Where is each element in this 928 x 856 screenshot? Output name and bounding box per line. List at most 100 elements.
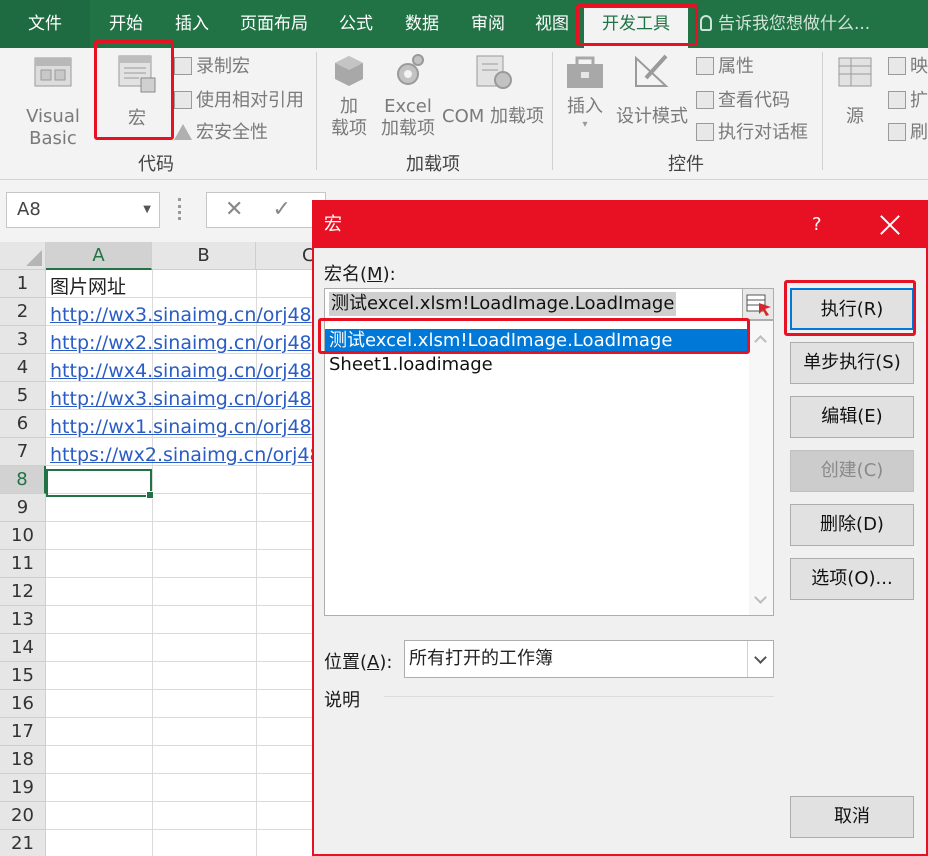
row-header-15[interactable]: 15 <box>0 662 46 690</box>
excel-addins-button[interactable]: Excel 加载项 <box>376 52 440 140</box>
visual-basic-icon <box>34 57 72 87</box>
cell-a5-link[interactable]: http://wx3.sinaimg.cn/orj48 <box>50 385 312 413</box>
group-divider <box>822 52 823 170</box>
tab-formulas[interactable]: 公式 <box>326 8 386 40</box>
com-addins-label: COM 加载项 <box>442 106 544 127</box>
xml-expand-button[interactable]: 扩 <box>888 86 928 112</box>
run-dialog-button[interactable]: 执行对话框 <box>696 118 808 144</box>
insert-control-label: 插入 <box>567 96 603 117</box>
addins-button[interactable]: 加 载项 <box>324 52 374 140</box>
scroll-down-icon[interactable] <box>754 591 767 604</box>
xml-map-button[interactable]: 映 <box>888 52 928 78</box>
record-macro-icon <box>174 57 192 75</box>
tell-me-search[interactable]: 告诉我您想做什么... <box>700 8 870 40</box>
com-addins-icon <box>476 55 512 89</box>
tell-me-text: 告诉我您想做什么... <box>718 14 871 34</box>
row-gridline <box>46 577 346 578</box>
com-addins-button[interactable]: COM 加载项 <box>440 52 546 127</box>
tab-review[interactable]: 审阅 <box>458 8 518 40</box>
collapse-dialog-button[interactable] <box>742 288 774 320</box>
design-mode-button[interactable]: 设计模式 <box>612 52 692 127</box>
cell-a1[interactable]: 图片网址 <box>50 273 312 301</box>
view-code-icon <box>696 91 714 109</box>
row-header-8[interactable]: 8 <box>0 466 46 494</box>
cell-a2-link[interactable]: http://wx3.sinaimg.cn/orj48 <box>50 301 312 329</box>
formula-cancel-confirm: ✕ ✓ <box>206 192 326 228</box>
row-header-11[interactable]: 11 <box>0 550 46 578</box>
help-button[interactable]: ? <box>812 202 822 248</box>
row-header-3[interactable]: 3 <box>0 326 46 354</box>
row-header-17[interactable]: 17 <box>0 718 46 746</box>
chevron-down-icon[interactable] <box>747 641 773 677</box>
tab-file[interactable]: 文件 <box>0 0 90 48</box>
run-dialog-label: 执行对话框 <box>718 122 808 143</box>
row-header-14[interactable]: 14 <box>0 634 46 662</box>
macro-list-item[interactable]: Sheet1.loadimage <box>325 353 749 377</box>
row-header-20[interactable]: 20 <box>0 802 46 830</box>
row-header-13[interactable]: 13 <box>0 606 46 634</box>
row-header-9[interactable]: 9 <box>0 494 46 522</box>
xml-refresh-button[interactable]: 刷 <box>888 118 928 144</box>
column-header-b[interactable]: B <box>152 242 256 270</box>
macro-list[interactable]: 测试excel.xlsm!LoadImage.LoadImage Sheet1.… <box>324 320 774 616</box>
excel-addins-label-1: Excel <box>384 96 432 117</box>
close-icon[interactable] <box>878 213 902 237</box>
row-header-5[interactable]: 5 <box>0 382 46 410</box>
cell-a4-link[interactable]: http://wx4.sinaimg.cn/orj48 <box>50 357 312 385</box>
tab-page-layout[interactable]: 页面布局 <box>228 8 320 40</box>
map-icon <box>888 57 906 75</box>
tab-view[interactable]: 视图 <box>524 8 580 40</box>
column-header-a[interactable]: A <box>46 242 152 270</box>
record-macro-button[interactable]: 录制宏 <box>174 52 250 78</box>
properties-button[interactable]: 属性 <box>696 52 754 78</box>
properties-label: 属性 <box>718 56 754 77</box>
row-header-1[interactable]: 1 <box>0 270 46 298</box>
relative-ref-button[interactable]: 使用相对引用 <box>174 86 304 112</box>
row-header-4[interactable]: 4 <box>0 354 46 382</box>
tab-data[interactable]: 数据 <box>392 8 452 40</box>
gear-icon <box>397 54 424 85</box>
active-cell-a8[interactable] <box>46 469 154 499</box>
location-select[interactable]: 所有打开的工作簿 <box>404 640 774 678</box>
scroll-up-icon[interactable] <box>754 335 767 348</box>
highlight-run-button <box>784 280 916 336</box>
cancel-button[interactable]: 取消 <box>790 796 914 838</box>
insert-control-button[interactable]: 插入 ▾ <box>560 52 610 132</box>
dialog-title-bar[interactable]: 宏 ? <box>314 202 926 248</box>
tab-insert[interactable]: 插入 <box>162 8 222 40</box>
row-header-16[interactable]: 16 <box>0 690 46 718</box>
row-gridline <box>46 633 346 634</box>
xml-source-button[interactable]: 源 <box>830 52 880 127</box>
tab-home[interactable]: 开始 <box>96 8 156 40</box>
cell-a6-link[interactable]: http://wx1.sinaimg.cn/orj48 <box>50 413 312 441</box>
view-code-button[interactable]: 查看代码 <box>696 86 790 112</box>
cell-a7-link[interactable]: https://wx2.sinaimg.cn/orj48 <box>50 441 312 469</box>
row-header-10[interactable]: 10 <box>0 522 46 550</box>
visual-basic-label: Visual Basic <box>26 106 80 149</box>
row-header-19[interactable]: 19 <box>0 774 46 802</box>
dialog-title: 宏 <box>324 214 342 235</box>
name-box[interactable]: A8 ▼ <box>6 192 160 228</box>
select-all-corner[interactable] <box>0 242 46 270</box>
drag-handle[interactable] <box>178 198 182 220</box>
row-header-6[interactable]: 6 <box>0 410 46 438</box>
visual-basic-button[interactable]: Visual Basic <box>4 52 102 149</box>
delete-button[interactable]: 删除(D) <box>790 504 914 546</box>
row-header-12[interactable]: 12 <box>0 578 46 606</box>
row-header-21[interactable]: 21 <box>0 830 46 856</box>
row-gridline <box>46 801 346 802</box>
row-header-7[interactable]: 7 <box>0 438 46 466</box>
description-divider <box>384 696 774 697</box>
macro-list-scrollbar[interactable] <box>749 321 773 615</box>
row-header-18[interactable]: 18 <box>0 746 46 774</box>
confirm-check-icon[interactable]: ✓ <box>272 197 290 222</box>
options-button[interactable]: 选项(O)... <box>790 558 914 600</box>
row-gridline <box>46 829 346 830</box>
macro-security-button[interactable]: 宏安全性 <box>174 118 268 144</box>
row-header-2[interactable]: 2 <box>0 298 46 326</box>
edit-button[interactable]: 编辑(E) <box>790 396 914 438</box>
step-into-button[interactable]: 单步执行(S) <box>790 342 914 384</box>
cell-a3-link[interactable]: http://wx2.sinaimg.cn/orj48 <box>50 329 312 357</box>
cancel-x-icon[interactable]: ✕ <box>225 197 243 222</box>
macro-name-input[interactable]: 测试excel.xlsm!LoadImage.LoadImage <box>324 288 746 320</box>
